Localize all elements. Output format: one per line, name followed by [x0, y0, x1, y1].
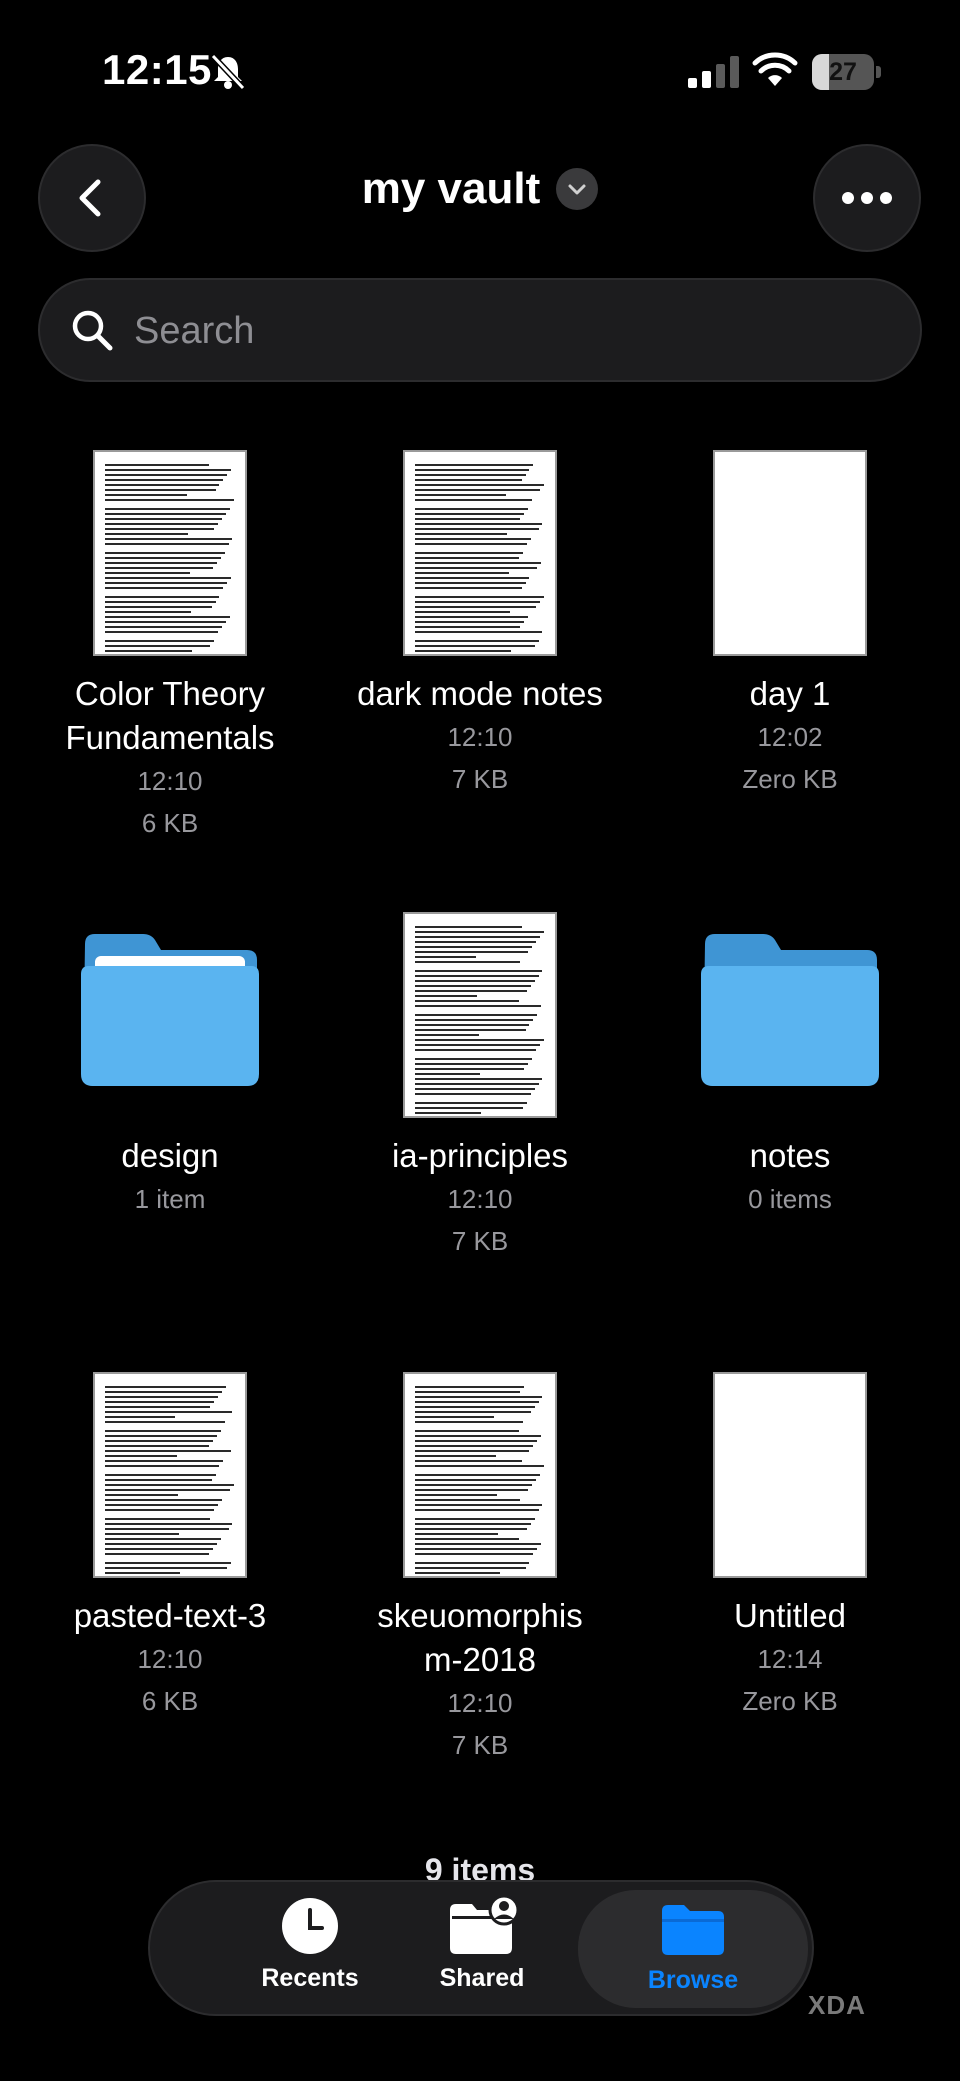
folder-name: design: [121, 1137, 219, 1174]
chevron-down-icon: [556, 168, 599, 210]
document-thumbnail: [403, 450, 557, 656]
file-name: Color Theory Fundamentals: [65, 675, 275, 756]
clock-icon: [282, 1898, 338, 1954]
ellipsis-icon: [842, 192, 892, 204]
file-size: Zero KB: [742, 764, 838, 794]
file-item-pasted-text-3[interactable]: pasted-text-3 12:10 6 KB: [15, 1372, 325, 1722]
document-thumbnail: [403, 912, 557, 1118]
folder-item-design[interactable]: design 1 item: [15, 912, 325, 1214]
file-item-ia-principles[interactable]: ia-principles 12:10 7 KB: [325, 912, 635, 1262]
tab-shared[interactable]: Shared: [372, 1896, 592, 2004]
tab-browse[interactable]: Browse: [578, 1890, 808, 2008]
folder-name: notes: [749, 1137, 831, 1174]
battery-indicator: 27: [812, 54, 882, 90]
page-title: my vault: [361, 164, 541, 213]
file-name: skeuomorphism-2018: [377, 1597, 583, 1678]
folder-item-notes[interactable]: notes 0 items: [635, 912, 945, 1214]
file-name: Untitled: [734, 1597, 846, 1634]
shared-folder-icon: [450, 1896, 518, 1954]
file-name: pasted-text-3: [73, 1597, 267, 1634]
watermark-logo: XDA: [808, 1990, 866, 2020]
document-thumbnail: [403, 1372, 557, 1578]
more-options-button[interactable]: [813, 144, 921, 252]
search-bar[interactable]: [38, 278, 922, 382]
file-name: ia-principles: [391, 1137, 569, 1174]
folder-icon: [81, 934, 259, 1086]
tab-label: Shared: [439, 1964, 525, 1992]
document-thumbnail: [93, 450, 247, 656]
file-item-skeuomorphism-2018[interactable]: skeuomorphism-2018 12:10 7 KB: [325, 1372, 635, 1762]
cellular-signal-icon: [688, 56, 739, 88]
tab-label: Browse: [647, 1966, 739, 1994]
file-time: 12:14: [757, 1644, 823, 1674]
document-thumbnail: [93, 1372, 247, 1578]
file-name: day 1: [749, 675, 831, 712]
folder-icon: [662, 1905, 724, 1955]
file-time: 12:02: [757, 722, 823, 752]
file-time: 12:10: [137, 766, 203, 796]
folder-item-count: 0 items: [748, 1184, 832, 1214]
folder-icon: [701, 934, 879, 1086]
file-size: Zero KB: [742, 1686, 838, 1716]
file-time: 12:10: [447, 1688, 513, 1718]
battery-percent: 27: [829, 58, 857, 86]
file-item-untitled[interactable]: Untitled 12:14 Zero KB: [635, 1372, 945, 1722]
silent-bell-icon: [210, 53, 246, 91]
status-bar: 12:15 27: [0, 0, 960, 140]
file-item-dark-mode-notes[interactable]: dark mode notes 12:10 7 KB: [325, 450, 635, 800]
search-icon: [72, 310, 113, 351]
folder-item-count: 1 item: [134, 1184, 206, 1214]
file-size: 7 KB: [451, 1226, 509, 1256]
file-item-day-1[interactable]: day 1 12:02 Zero KB: [635, 450, 945, 800]
file-size: 6 KB: [141, 1686, 199, 1716]
tab-bar: Recents Shared Browse: [148, 1880, 814, 2016]
file-size: 7 KB: [451, 1730, 509, 1760]
wifi-icon: [752, 52, 798, 86]
file-size: 6 KB: [141, 808, 199, 838]
file-time: 12:10: [447, 1184, 513, 1214]
search-input[interactable]: [132, 300, 896, 362]
blank-document-thumbnail: [713, 450, 867, 656]
file-time: 12:10: [137, 1644, 203, 1674]
file-item-color-theory[interactable]: Color Theory Fundamentals 12:10 6 KB: [15, 450, 325, 840]
file-time: 12:10: [447, 722, 513, 752]
blank-document-thumbnail: [713, 1372, 867, 1578]
file-name: dark mode notes: [357, 675, 603, 712]
file-size: 7 KB: [451, 764, 509, 794]
status-time: 12:15: [102, 46, 212, 93]
